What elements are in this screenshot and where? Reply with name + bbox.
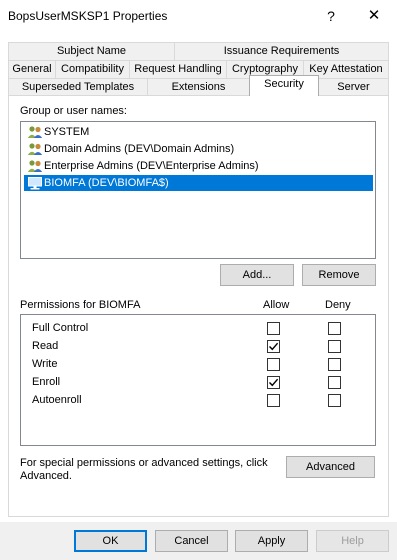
advanced-hint-line2: Advanced. bbox=[20, 470, 72, 482]
principal-name: Domain Admins (DEV\Domain Admins) bbox=[44, 143, 235, 155]
tab-superseded-templates[interactable]: Superseded Templates bbox=[8, 78, 148, 96]
enroll-deny-checkbox[interactable] bbox=[328, 376, 341, 389]
tab-compatibility[interactable]: Compatibility bbox=[55, 60, 130, 78]
permission-name-enroll: Enroll bbox=[32, 376, 61, 388]
principal-item-enterprise-admins[interactable]: Enterprise Admins (DEV\Enterprise Admins… bbox=[24, 158, 373, 174]
tab-server[interactable]: Server bbox=[318, 78, 389, 96]
allow-column-header: Allow bbox=[263, 299, 290, 311]
user-group-icon bbox=[27, 160, 43, 172]
permission-name-write: Write bbox=[32, 358, 58, 370]
add-button[interactable]: Add... bbox=[220, 264, 294, 286]
tab-issuance-requirements[interactable]: Issuance Requirements bbox=[174, 42, 389, 60]
checkmark-icon bbox=[269, 378, 279, 387]
write-deny-checkbox[interactable] bbox=[328, 358, 341, 371]
permissions-for-label: Permissions for BIOMFA bbox=[20, 299, 141, 311]
full-control-allow-checkbox[interactable] bbox=[267, 322, 280, 335]
user-group-icon bbox=[27, 143, 43, 155]
principal-listbox[interactable]: SYSTEM Domain Admins (DEV\Domain Admins)… bbox=[20, 121, 376, 259]
read-deny-checkbox[interactable] bbox=[328, 340, 341, 353]
ok-button[interactable]: OK bbox=[74, 530, 147, 552]
tab-request-handling[interactable]: Request Handling bbox=[129, 60, 227, 78]
apply-button[interactable]: Apply bbox=[235, 530, 308, 552]
permission-name-read: Read bbox=[32, 340, 59, 352]
full-control-deny-checkbox[interactable] bbox=[328, 322, 341, 335]
permission-name-full-control: Full Control bbox=[32, 322, 89, 334]
permissions-list: Full Control Read Write Enroll Autoenrol… bbox=[20, 314, 376, 446]
tab-extensions[interactable]: Extensions bbox=[147, 78, 250, 96]
principal-item-domain-admins[interactable]: Domain Admins (DEV\Domain Admins) bbox=[24, 141, 373, 157]
write-allow-checkbox[interactable] bbox=[267, 358, 280, 371]
remove-button[interactable]: Remove bbox=[302, 264, 376, 286]
permission-name-autoenroll: Autoenroll bbox=[32, 394, 82, 406]
tab-strip: Subject Name Issuance Requirements Gener… bbox=[0, 0, 397, 100]
tab-security[interactable]: Security bbox=[249, 75, 319, 96]
autoenroll-deny-checkbox[interactable] bbox=[328, 394, 341, 407]
principal-name: SYSTEM bbox=[44, 126, 90, 138]
tab-general[interactable]: General bbox=[8, 60, 56, 78]
principal-name: BIOMFA (DEV\BIOMFA$) bbox=[44, 177, 169, 189]
advanced-hint-line1: For special permissions or advanced sett… bbox=[20, 457, 268, 469]
deny-column-header: Deny bbox=[325, 299, 351, 311]
enroll-allow-checkbox[interactable] bbox=[267, 376, 280, 389]
advanced-button[interactable]: Advanced bbox=[286, 456, 375, 478]
principal-item-biomfa[interactable]: BIOMFA (DEV\BIOMFA$) bbox=[24, 175, 373, 191]
autoenroll-allow-checkbox[interactable] bbox=[267, 394, 280, 407]
principal-name: Enterprise Admins (DEV\Enterprise Admins… bbox=[44, 160, 259, 172]
group-or-user-names-label: Group or user names: bbox=[20, 105, 127, 117]
help-button[interactable]: Help bbox=[316, 530, 389, 552]
checkmark-icon bbox=[269, 342, 279, 351]
cancel-button[interactable]: Cancel bbox=[155, 530, 228, 552]
user-group-icon bbox=[27, 126, 43, 138]
read-allow-checkbox[interactable] bbox=[267, 340, 280, 353]
principal-item-system[interactable]: SYSTEM bbox=[24, 124, 373, 140]
computer-icon bbox=[28, 177, 42, 190]
tab-subject-name[interactable]: Subject Name bbox=[8, 42, 175, 60]
